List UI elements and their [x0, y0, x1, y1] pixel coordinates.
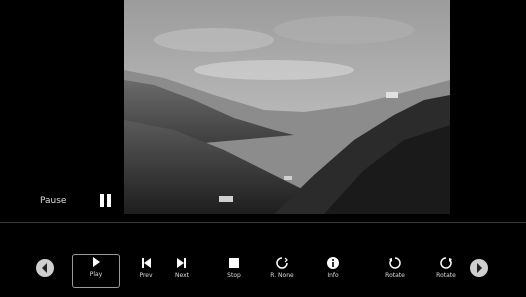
rotate-right-icon [440, 257, 452, 269]
rotate-right-button[interactable]: Rotate [423, 256, 469, 286]
rotate-left-icon [389, 257, 401, 269]
next-button-label: Next [175, 272, 189, 279]
landscape-photo [124, 0, 450, 214]
pause-icon[interactable] [100, 194, 112, 207]
control-bar-divider [0, 222, 526, 223]
playback-status-text: Pause [40, 196, 67, 206]
rotate-left-button[interactable]: Rotate [372, 256, 418, 286]
photo-viewer-screen: Pause Play Prev Next Stop R. None Info R… [0, 0, 526, 297]
rotate-left-button-label: Rotate [385, 272, 405, 279]
scroll-left-button[interactable] [36, 259, 54, 277]
chevron-right-icon [477, 263, 482, 273]
skip-previous-icon [142, 258, 151, 268]
play-icon [93, 257, 100, 267]
repeat-mode-button[interactable]: R. None [259, 256, 305, 286]
stop-icon [229, 258, 239, 268]
info-icon [327, 257, 339, 269]
stop-button[interactable]: Stop [211, 256, 257, 286]
stop-button-label: Stop [227, 272, 241, 279]
rotate-right-button-label: Rotate [436, 272, 456, 279]
photo-display [124, 0, 450, 214]
scroll-right-button[interactable] [470, 259, 488, 277]
skip-next-icon [177, 258, 186, 268]
next-button[interactable]: Next [159, 256, 205, 286]
play-button-label: Play [89, 271, 103, 278]
info-button[interactable]: Info [310, 256, 356, 286]
chevron-left-icon [42, 263, 47, 273]
play-button[interactable]: Play [72, 254, 120, 288]
info-button-label: Info [327, 272, 339, 279]
repeat-icon [276, 257, 288, 269]
repeat-mode-button-label: R. None [270, 272, 294, 279]
control-bar: Play Prev Next Stop R. None Info Rotate … [0, 250, 526, 290]
